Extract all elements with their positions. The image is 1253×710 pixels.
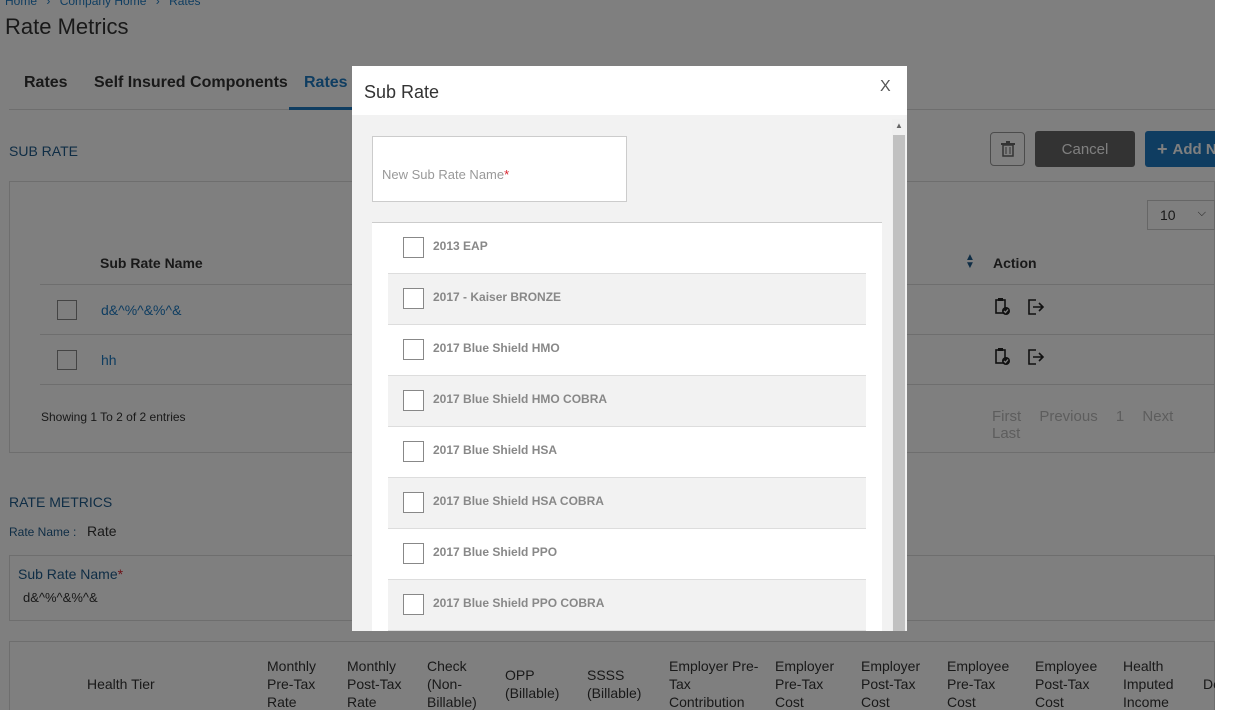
list-item-label: 2017 Blue Shield HMO COBRA	[433, 392, 608, 406]
list-item-checkbox[interactable]	[403, 441, 424, 462]
list-item-checkbox[interactable]	[403, 390, 424, 411]
list-item[interactable]: 2017 Blue Shield HMO	[388, 325, 866, 376]
sub-rate-modal: Sub Rate X New Sub Rate Name* 2013 EAP 2…	[352, 66, 907, 631]
modal-body: New Sub Rate Name* 2013 EAP 2017 - Kaise…	[352, 115, 907, 631]
list-item[interactable]: 2017 Blue Shield PPO COBRA	[388, 580, 866, 631]
list-item[interactable]: 2017 Blue Shield HSA COBRA	[388, 478, 866, 529]
list-item[interactable]: 2017 Blue Shield HMO COBRA	[388, 376, 866, 427]
list-item-label: 2017 Blue Shield HSA COBRA	[433, 494, 604, 508]
list-item-label: 2017 Blue Shield HMO	[433, 341, 560, 355]
new-sub-rate-name-placeholder: New Sub Rate Name*	[382, 167, 509, 182]
list-item-label: 2013 EAP	[433, 239, 488, 253]
list-item-label: 2017 Blue Shield PPO	[433, 545, 558, 559]
placeholder-text: New Sub Rate Name	[382, 167, 505, 182]
scrollbar-thumb[interactable]	[893, 135, 905, 631]
list-item[interactable]: 2017 Blue Shield HSA	[388, 427, 866, 478]
list-item-label: 2017 - Kaiser BRONZE	[433, 290, 562, 304]
modal-scrollbar[interactable]: ▲	[892, 119, 906, 631]
list-item[interactable]: 2017 - Kaiser BRONZE	[388, 274, 866, 325]
close-icon[interactable]: X	[880, 78, 891, 96]
modal-header: Sub Rate X	[352, 66, 907, 115]
list-item-label: 2017 Blue Shield PPO COBRA	[433, 596, 605, 610]
new-sub-rate-name-input[interactable]: New Sub Rate Name*	[372, 136, 627, 202]
list-item-checkbox[interactable]	[403, 339, 424, 360]
list-item[interactable]: 2013 EAP	[388, 223, 866, 274]
list-item-checkbox[interactable]	[403, 594, 424, 615]
modal-title: Sub Rate	[364, 82, 440, 102]
required-mark: *	[504, 167, 510, 182]
scroll-up-icon[interactable]: ▲	[895, 121, 903, 130]
rate-list: 2013 EAP 2017 - Kaiser BRONZE 2017 Blue …	[372, 222, 882, 631]
list-item[interactable]: 2017 Blue Shield PPO	[388, 529, 866, 580]
list-item-label: 2017 Blue Shield HSA	[433, 443, 558, 457]
list-item-checkbox[interactable]	[403, 492, 424, 513]
list-item-checkbox[interactable]	[403, 543, 424, 564]
list-item-checkbox[interactable]	[403, 288, 424, 309]
list-item-checkbox[interactable]	[403, 237, 424, 258]
